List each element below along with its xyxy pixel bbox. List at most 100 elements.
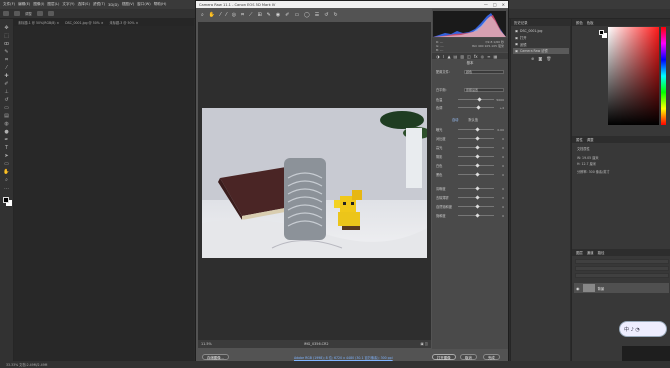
maximize-button[interactable]: □ — [493, 2, 497, 7]
slider-track[interactable] — [458, 153, 494, 159]
document-tab[interactable]: DSC_0001.jpg @ 50% × — [65, 21, 103, 25]
adjustment-brush-icon[interactable]: ✐ — [285, 12, 289, 18]
slider-value[interactable]: 0 — [496, 214, 504, 218]
rotate-right-icon[interactable]: ↻ — [333, 12, 337, 18]
slider-value[interactable]: 0 — [496, 173, 504, 177]
slider-track[interactable] — [458, 171, 494, 177]
blend-mode-row[interactable] — [575, 266, 669, 271]
profile-select[interactable]: 颜色 — [464, 69, 504, 74]
slider-handle[interactable] — [475, 203, 480, 209]
slider-value[interactable]: 0 — [496, 205, 504, 209]
history-item[interactable]: ▣ 打开 — [513, 35, 569, 41]
slider-handle[interactable] — [475, 153, 480, 159]
cancel-button[interactable]: 取消 — [460, 354, 477, 360]
minimize-button[interactable]: — — [484, 2, 488, 7]
graduated-filter-icon[interactable]: ▭ — [294, 12, 299, 18]
crop-icon[interactable]: ⌗ — [241, 12, 244, 18]
trash-icon[interactable]: 🗑 — [546, 56, 551, 61]
presets-tab-icon[interactable]: ≡ — [487, 54, 490, 59]
open-image-button[interactable]: 打开图像 — [432, 354, 456, 360]
menu-item[interactable]: 3D(D) — [108, 3, 119, 7]
tab-swatches[interactable]: 色板 — [587, 20, 594, 25]
marquee-tool-icon[interactable]: ⬚ — [3, 33, 10, 39]
done-button[interactable]: 完成 — [483, 354, 500, 360]
basic-tab-icon[interactable]: ◑ — [436, 54, 440, 59]
history-item[interactable]: ▣ Camera Raw 滤镜 — [513, 47, 569, 54]
input-method-widget[interactable]: 中 ♪ ◔ — [619, 321, 667, 337]
menu-item[interactable]: 图像(I) — [33, 2, 44, 7]
slider-track[interactable] — [458, 162, 494, 168]
tone-curve-tab-icon[interactable]: ⌇ — [443, 54, 445, 59]
crop-tool-icon[interactable]: ⌗ — [3, 57, 10, 63]
dodge-tool-icon[interactable]: ● — [3, 129, 10, 135]
slider-handle[interactable] — [477, 96, 482, 102]
zoom-tool-icon[interactable]: ⌕ — [201, 12, 204, 18]
shape-tool-icon[interactable]: ▭ — [3, 161, 10, 167]
color-sampler-icon[interactable]: ⁄ — [226, 12, 227, 18]
slider-handle[interactable] — [475, 135, 480, 141]
close-button[interactable]: × — [502, 2, 505, 7]
slider-value[interactable]: 0 — [496, 164, 504, 168]
red-eye-icon[interactable]: ◉ — [276, 12, 280, 18]
hand-tool-icon[interactable]: ✋ — [209, 12, 215, 18]
slider-value[interactable]: 0 — [496, 196, 504, 200]
slider-track[interactable] — [458, 185, 494, 191]
detail-tab-icon[interactable]: ▲ — [447, 54, 450, 59]
slider-handle[interactable] — [475, 162, 480, 168]
slider-value[interactable]: 0 — [496, 137, 504, 141]
slider-handle[interactable] — [475, 212, 480, 218]
layer-item[interactable]: ◉ 背景 — [574, 283, 669, 293]
menu-item[interactable]: 帮助(H) — [154, 2, 167, 7]
default-link[interactable]: 默认值 — [468, 117, 478, 122]
document-tab[interactable]: 未标题-1 @ 50%(RGB/8) × — [18, 20, 59, 25]
slider-value[interactable]: 0 — [496, 155, 504, 159]
history-brush-icon[interactable]: ↺ — [3, 97, 10, 103]
hue-slider[interactable] — [661, 27, 666, 125]
hsl-tab-icon[interactable]: ▤ — [454, 54, 458, 59]
history-item[interactable]: ▣ 滤镜 — [513, 41, 569, 47]
gradient-tool-icon[interactable]: ▤ — [3, 113, 10, 119]
slider-handle[interactable] — [476, 104, 481, 110]
slider-track[interactable] — [458, 135, 494, 141]
slider-track[interactable] — [458, 203, 494, 209]
quick-select-icon[interactable]: ✎ — [3, 49, 10, 55]
eraser-icon[interactable]: ▭ — [3, 105, 10, 111]
clone-stamp-icon[interactable]: ⊥ — [3, 89, 10, 95]
brush-tool-icon[interactable]: ✐ — [3, 81, 10, 87]
save-image-button[interactable]: 存储图像... — [202, 354, 229, 360]
auto-link[interactable]: 自动 — [452, 117, 458, 122]
foreground-color-swatch[interactable] — [599, 30, 604, 35]
healing-brush-icon[interactable]: ✚ — [3, 73, 10, 79]
type-tool-icon[interactable]: T — [3, 145, 10, 151]
slider-handle[interactable] — [475, 171, 480, 177]
slider-handle[interactable] — [475, 194, 480, 200]
menu-item[interactable]: 窗口(W) — [137, 2, 151, 7]
blur-tool-icon[interactable]: ◍ — [3, 121, 10, 127]
menu-item[interactable]: 图层(L) — [47, 2, 59, 7]
tab-properties[interactable]: 属性 — [576, 137, 583, 142]
document-tab[interactable]: 未标题-3 @ 50% × — [110, 20, 139, 25]
calibration-tab-icon[interactable]: ◎ — [481, 54, 485, 59]
image-preview[interactable] — [198, 22, 431, 340]
home-icon[interactable] — [3, 11, 9, 16]
lasso-tool-icon[interactable]: ꝏ — [3, 41, 10, 47]
tab-color[interactable]: 颜色 — [576, 20, 583, 25]
split-toning-tab-icon[interactable]: ▥ — [460, 54, 464, 59]
straighten-icon[interactable]: ⟋ — [249, 12, 253, 18]
ime-status[interactable]: 中 ♪ ◔ — [624, 326, 640, 333]
slider-track[interactable] — [458, 194, 494, 200]
menu-item[interactable]: 文件(F) — [3, 2, 15, 7]
history-item[interactable]: ▣ DSC_0001.jpg — [513, 28, 569, 34]
menu-item[interactable]: 编辑(E) — [18, 2, 30, 7]
view-toggle-icon[interactable]: ▣ ◫ — [421, 342, 429, 346]
more-tools-icon[interactable]: … — [3, 185, 10, 191]
slider-track[interactable] — [458, 96, 494, 102]
hand-tool-icon[interactable]: ✋ — [3, 169, 10, 175]
new-snapshot-icon[interactable]: ⊕ — [531, 56, 534, 61]
slider-value[interactable]: +4 — [496, 106, 504, 110]
tab-channels[interactable]: 通道 — [587, 250, 594, 255]
tool-preset-icon[interactable] — [14, 11, 20, 16]
lock-row[interactable] — [575, 273, 669, 278]
color-picker-field[interactable] — [608, 27, 659, 125]
spot-removal-icon[interactable]: ✎ — [267, 12, 271, 18]
